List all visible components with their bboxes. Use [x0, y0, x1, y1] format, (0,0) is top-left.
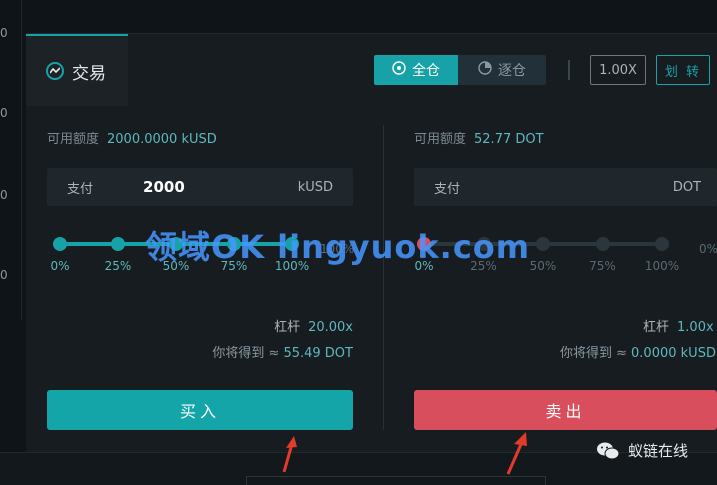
buy-button[interactable]: 买入 [47, 390, 353, 430]
buy-receive: 你将得到 ≈55.49 DOT [212, 342, 353, 361]
wechat-icon [596, 441, 620, 461]
trade-chart-icon [46, 62, 64, 80]
toolbar-divider [568, 60, 570, 80]
cross-margin-button[interactable]: 全仓 [374, 55, 458, 85]
top-bar [26, 0, 717, 34]
buy-leverage-value: 20.00x [308, 320, 353, 335]
sell-receive-value: 0.0000 kUSD [631, 346, 716, 361]
slider-tick-label: 0% [50, 259, 70, 273]
target-icon [392, 61, 406, 79]
edge-number: 0 [0, 26, 8, 40]
sell-pay-unit: DOT [672, 179, 701, 195]
buy-leverage: 杠杆 20.00x [274, 316, 353, 335]
corner-watermark: 蚁链在线 [596, 440, 688, 461]
slider-tick-label: 25% [104, 259, 132, 273]
slider-step-dot[interactable] [655, 237, 669, 251]
transfer-button[interactable]: 划 转 [656, 55, 710, 85]
sell-leverage-value: 1.00x [677, 320, 714, 335]
corner-watermark-text: 蚁链在线 [628, 442, 689, 460]
buy-pay-input[interactable]: 支付 2000 kUSD [47, 168, 353, 206]
sell-available-value: 52.77 DOT [474, 132, 544, 147]
bottom-panel-edge [246, 476, 546, 485]
isolated-margin-button[interactable]: 逐仓 [458, 55, 546, 85]
sell-available-label: 可用额度 [414, 132, 467, 147]
sell-button[interactable]: 卖出 [414, 390, 717, 430]
left-edge-panel: 0 0 0 0 [0, 0, 22, 320]
column-divider [383, 125, 384, 430]
tab-title: 交易 [72, 63, 106, 84]
leverage-button[interactable]: 1.00X [590, 55, 646, 85]
cross-margin-label: 全仓 [412, 63, 440, 79]
sell-receive: 你将得到 ≈0.0000 kUSD [560, 342, 716, 361]
slider-step-dot[interactable] [536, 237, 550, 251]
slider-step-dot[interactable] [595, 237, 610, 251]
slider-tick-label: 50% [529, 259, 557, 273]
buy-receive-label: 你将得到 ≈ [212, 346, 280, 361]
sell-leverage: 杠杆 1.00x [643, 316, 714, 335]
edge-number: 0 [0, 188, 8, 202]
annotation-arrow-icon [506, 432, 527, 475]
sell-receive-label: 你将得到 ≈ [560, 346, 628, 361]
slider-step-dot[interactable] [53, 237, 67, 251]
sell-pay-input[interactable]: 支付 DOT [414, 168, 717, 206]
buy-pay-label: 支付 [67, 181, 94, 197]
buy-available-label: 可用额度 [47, 132, 100, 147]
buy-receive-value: 55.49 DOT [283, 346, 353, 361]
slider-tick-label: 100% [644, 259, 680, 273]
edge-number: 0 [0, 268, 8, 282]
buy-available: 可用额度 2000.0000 kUSD [47, 128, 217, 147]
annotation-arrow-icon [282, 436, 297, 473]
edge-number: 0 [0, 106, 8, 120]
slider-step-dot[interactable] [111, 237, 125, 251]
sell-leverage-label: 杠杆 [643, 320, 670, 335]
tab-trade[interactable]: 交易 [26, 34, 128, 106]
buy-pay-unit: kUSD [297, 179, 333, 195]
sell-slider-value: 0% [699, 242, 717, 256]
sell-available: 可用额度 52.77 DOT [414, 128, 544, 147]
sell-pay-label: 支付 [434, 181, 461, 197]
isolated-margin-label: 逐仓 [498, 63, 526, 79]
buy-pay-amount[interactable]: 2000 [143, 178, 185, 196]
buy-leverage-label: 杠杆 [274, 320, 301, 335]
watermark-text: 领域OK lingyuok.com [145, 228, 531, 266]
slider-tick-label: 75% [589, 259, 616, 273]
buy-available-value: 2000.0000 kUSD [107, 132, 217, 147]
pie-icon [478, 61, 492, 79]
